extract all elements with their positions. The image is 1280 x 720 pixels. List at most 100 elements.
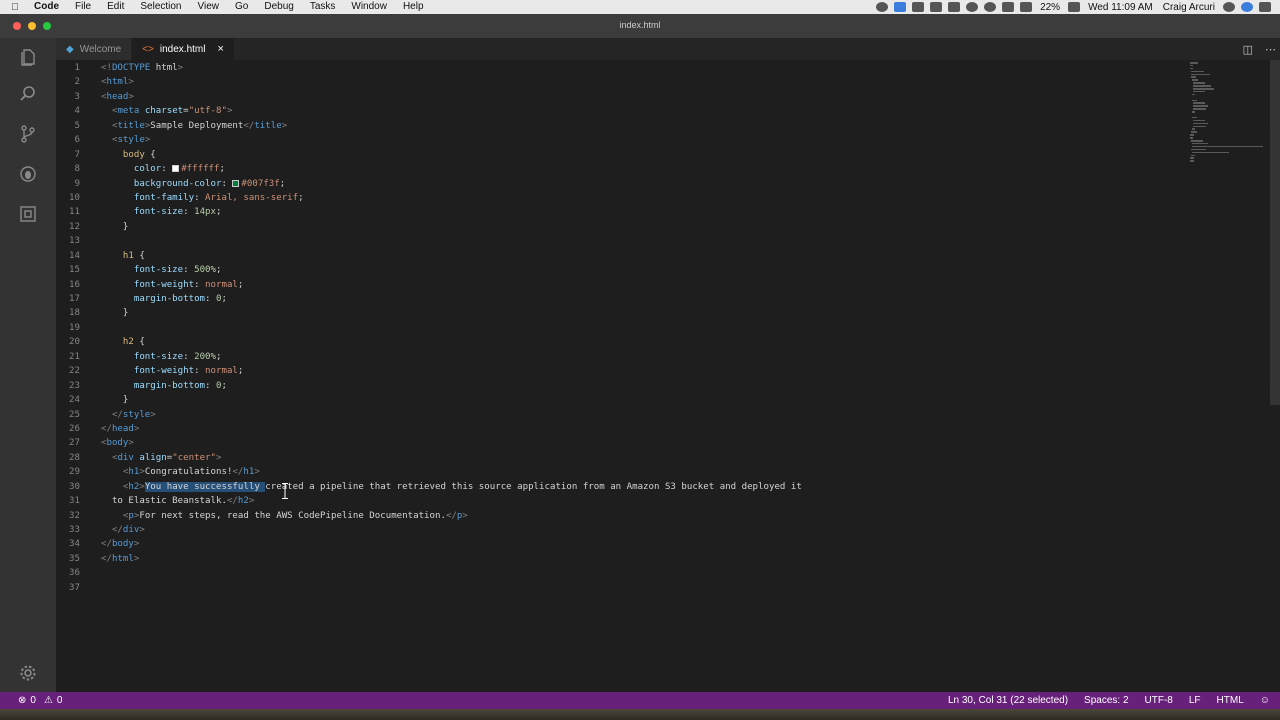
minimap-line <box>1191 76 1197 78</box>
menu-debug[interactable]: Debug <box>256 0 301 14</box>
camera-icon[interactable] <box>912 2 925 12</box>
menu-code[interactable]: Code <box>30 0 67 14</box>
notification-center-icon[interactable] <box>1259 2 1271 12</box>
bluetooth-icon[interactable] <box>1002 2 1015 12</box>
line-text[interactable]: <p>For next steps, read the AWS CodePipe… <box>101 509 468 523</box>
line-text[interactable]: font-weight: normal; <box>101 278 244 292</box>
close-icon[interactable]: × <box>217 43 223 55</box>
chrome-icon[interactable] <box>984 2 997 12</box>
settings-gear-icon[interactable] <box>17 662 39 684</box>
line-number: 20 <box>69 337 80 348</box>
menu-tasks[interactable]: Tasks <box>302 0 344 14</box>
debug-icon[interactable] <box>17 163 39 185</box>
line-text[interactable]: font-size: 500%; <box>101 263 222 277</box>
line-text[interactable]: </html> <box>101 552 139 566</box>
html-file-icon: <> <box>142 43 154 55</box>
extensions-icon[interactable] <box>17 203 39 225</box>
line-text[interactable]: <head> <box>101 90 134 104</box>
line-text[interactable]: font-size: 14px; <box>101 205 222 219</box>
menu-window[interactable]: Window <box>343 0 395 14</box>
line-text[interactable]: margin-bottom: 0; <box>101 379 227 393</box>
warning-icon[interactable]: ⚠ <box>44 695 53 706</box>
encoding[interactable]: UTF-8 <box>1145 695 1173 706</box>
line-number: 13 <box>69 236 80 247</box>
line-number: 32 <box>69 510 80 521</box>
tab-welcome[interactable]: ◆ Welcome <box>56 38 133 60</box>
tab-index-html[interactable]: <> index.html × <box>132 38 235 60</box>
line-text[interactable]: </div> <box>101 523 145 537</box>
line-text[interactable]: <html> <box>101 75 134 89</box>
more-actions-icon[interactable]: ⋯ <box>1265 43 1276 56</box>
cursor-position[interactable]: Ln 30, Col 31 (22 selected) <box>948 695 1068 706</box>
language-mode[interactable]: HTML <box>1217 695 1244 706</box>
error-count[interactable]: 0 <box>30 695 36 706</box>
text-selection[interactable]: You have successfully <box>144 481 266 492</box>
line-text[interactable]: font-size: 200%; <box>101 350 222 364</box>
menu-edit[interactable]: Edit <box>99 0 132 14</box>
line-number: 25 <box>69 409 80 420</box>
siri-icon[interactable] <box>1241 2 1253 12</box>
menu-file[interactable]: File <box>67 0 99 14</box>
editor-scrollbar[interactable] <box>1270 60 1280 405</box>
clock[interactable]: Wed 11:09 AM <box>1083 2 1158 13</box>
color-swatch[interactable] <box>172 165 180 173</box>
apple-icon[interactable]:  <box>0 2 30 13</box>
line-text[interactable]: font-weight: normal; <box>101 364 244 378</box>
line-text[interactable]: <!DOCTYPE html> <box>101 61 183 75</box>
wifi-icon[interactable] <box>1020 2 1033 12</box>
macos-menu-bar:  Code File Edit Selection View Go Debug… <box>0 0 1280 14</box>
split-editor-icon[interactable]: ◫ <box>1243 43 1253 56</box>
search-icon[interactable] <box>17 83 39 105</box>
line-text[interactable]: } <box>101 220 128 234</box>
minimap-line <box>1191 73 1210 76</box>
screen-share-icon[interactable] <box>894 2 907 12</box>
user-name[interactable]: Craig Arcuri <box>1158 2 1220 13</box>
minimap-line <box>1193 125 1206 128</box>
line-text[interactable]: margin-bottom: 0; <box>101 292 227 306</box>
line-text[interactable]: to Elastic Beanstalk.</h2> <box>101 494 254 508</box>
menu-selection[interactable]: Selection <box>132 0 189 14</box>
minimap[interactable] <box>1190 62 1270 162</box>
menu-go[interactable]: Go <box>227 0 256 14</box>
capture-icon[interactable] <box>930 2 943 12</box>
line-text[interactable]: </style> <box>101 408 156 422</box>
line-text[interactable]: <style> <box>101 133 150 147</box>
error-icon[interactable]: ⊗ <box>18 695 26 706</box>
line-text[interactable]: <div align="center"> <box>101 451 222 465</box>
explorer-icon[interactable] <box>17 46 39 68</box>
spotlight-icon[interactable] <box>1223 2 1235 12</box>
line-text[interactable]: h2 { <box>101 335 145 349</box>
line-text[interactable]: } <box>101 393 128 407</box>
gmail-icon[interactable] <box>966 2 979 12</box>
status-app-icon[interactable] <box>876 2 889 12</box>
line-text[interactable]: <meta charset="utf-8"> <box>101 104 233 118</box>
line-text[interactable]: <h1>Congratulations!</h1> <box>101 465 260 479</box>
feedback-icon[interactable]: ☺ <box>1260 695 1270 706</box>
line-text[interactable]: font-family: Arial, sans-serif; <box>101 191 304 205</box>
warning-count[interactable]: 0 <box>57 695 63 706</box>
line-text[interactable]: <title>Sample Deployment</title> <box>101 119 287 133</box>
line-text[interactable]: <body> <box>101 436 134 450</box>
line-text[interactable]: </head> <box>101 422 139 436</box>
line-text[interactable]: } <box>101 306 128 320</box>
line-text[interactable]: background-color: #007f3f; <box>101 177 285 191</box>
line-text[interactable]: color: #ffffff; <box>101 162 225 176</box>
line-text[interactable]: h1 { <box>101 249 145 263</box>
battery-icon[interactable] <box>1068 2 1081 12</box>
line-number: 19 <box>69 322 80 333</box>
line-number: 14 <box>69 250 80 261</box>
line-text[interactable]: <h2>You have successfully created a pipe… <box>101 480 802 494</box>
menu-help[interactable]: Help <box>395 0 432 14</box>
color-swatch[interactable] <box>232 179 240 187</box>
battery-percent[interactable]: 22% <box>1035 2 1065 13</box>
display-icon[interactable] <box>948 2 961 12</box>
menu-view[interactable]: View <box>190 0 228 14</box>
end-of-line[interactable]: LF <box>1189 695 1201 706</box>
code-editor[interactable]: 1 <!DOCTYPE html> 2 <html> 3 <head> 4 <meta ch… <box>56 60 1280 692</box>
source-control-icon[interactable] <box>17 123 39 145</box>
menu-extras: 22% Wed 11:09 AM Craig Arcuri <box>873 2 1280 13</box>
line-number: 5 <box>74 120 80 131</box>
line-text[interactable]: </body> <box>101 537 139 551</box>
line-text[interactable]: body { <box>101 148 156 162</box>
indentation[interactable]: Spaces: 2 <box>1084 695 1128 706</box>
